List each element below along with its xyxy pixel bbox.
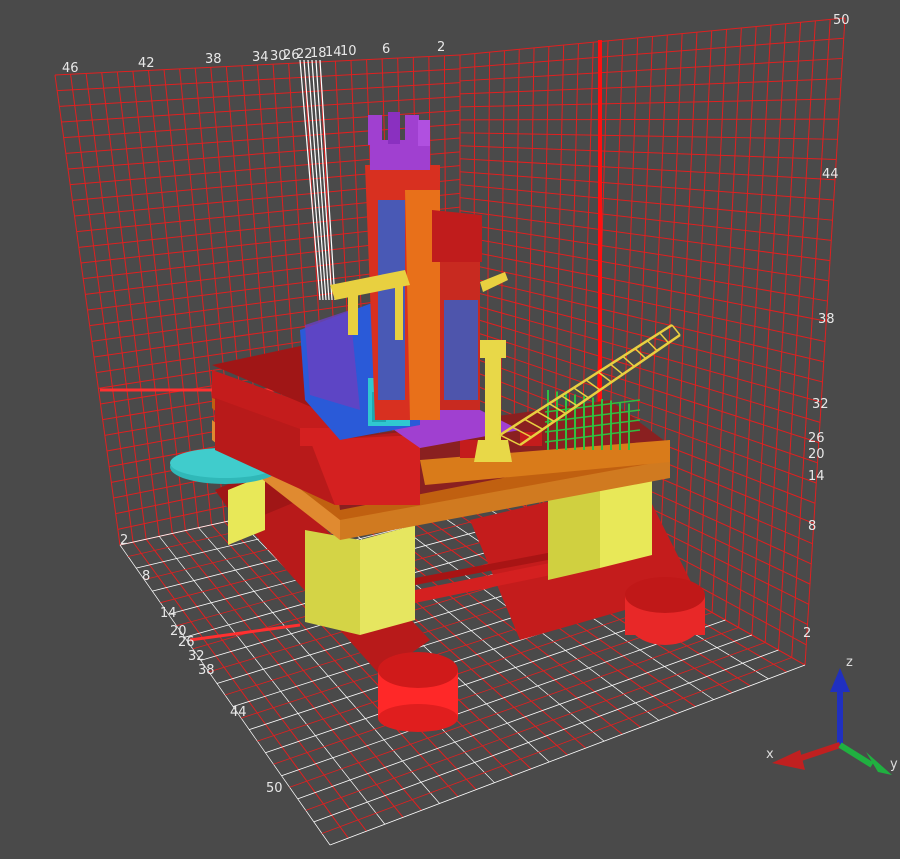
upper-boom-stub: [480, 272, 508, 292]
front-pontoon-end-cap: [378, 652, 458, 688]
column-front-right: [305, 530, 360, 635]
crown-post-b: [388, 112, 400, 144]
axis-tick-label-right: 32: [812, 397, 829, 412]
axis-tick-label-right: 8: [808, 519, 816, 534]
axis-tick-label-right: 38: [818, 312, 835, 327]
boom-lacing: [646, 340, 658, 352]
grid-line-horizontal: [459, 118, 839, 121]
axis-tick-label-right: 26: [808, 431, 825, 446]
axis-tick-label-left: 8: [142, 569, 150, 584]
triad-z-label: z: [846, 655, 853, 670]
triad-z-arrowhead: [830, 668, 850, 692]
crown-post-a: [368, 115, 382, 145]
crown-post-d: [418, 120, 430, 146]
axis-tick-label-right: 2: [803, 626, 811, 641]
riser-bell: [474, 440, 512, 462]
axis-tick-label-top: 42: [138, 56, 155, 71]
axis-triad: z x y: [766, 655, 898, 775]
crown-post-c: [405, 115, 419, 145]
axis-tick-label-top: 2: [437, 40, 445, 55]
left-floor-axis-labels: 2814202632384450: [120, 533, 283, 796]
highlight-line: [315, 59, 333, 301]
axis-tick-label-top: 10: [340, 44, 357, 59]
triad-x-label: x: [766, 747, 774, 762]
axis-tick-label-left: 38: [198, 663, 215, 678]
riser-shaft: [485, 355, 501, 445]
axis-tick-label-left: 32: [188, 649, 205, 664]
grid-line-floor-b: [297, 634, 753, 800]
axis-tick-label-top: 38: [205, 52, 222, 67]
axis-tick-label-right: 50: [833, 13, 850, 28]
derrick-cap: [432, 210, 482, 262]
3d-viewport[interactable]: 46 42 38 34 30 26 22 18 14 10 6 2 50 44 38 32 26 20 14 8 2 …: [0, 0, 900, 855]
triad-y-shaft: [838, 742, 874, 768]
triad-y-label: y: [890, 757, 898, 772]
handler-post-b: [395, 280, 403, 340]
axis-tick-label-top: 34: [252, 50, 269, 65]
triad-x-arrowhead: [772, 750, 805, 770]
scene-canvas[interactable]: 46 42 38 34 302622181410 6 2 5044383226201482 …: [0, 0, 900, 855]
highlight-red-band-floor: [189, 623, 301, 642]
axis-tick-label-top: 6: [382, 42, 390, 57]
axis-tick-label-right: 14: [808, 469, 825, 484]
handler-post: [348, 295, 358, 335]
axis-tick-label-left: 14: [160, 606, 177, 621]
axis-tick-label-left: 50: [266, 781, 283, 796]
front-pontoon-end-bottom: [378, 704, 458, 732]
axis-tick-label-left: 44: [230, 705, 247, 720]
riser-top: [480, 340, 506, 358]
axis-tick-label-left: 26: [178, 635, 195, 650]
highlight-line: [319, 59, 336, 301]
column-front-right-side: [360, 525, 415, 635]
back-top-axis-labels: 46 42 38 34 302622181410 6 2: [62, 40, 445, 76]
crown-block[interactable]: [368, 112, 430, 170]
rear-pontoon-end-cap: [625, 577, 705, 613]
derrick-tower[interactable]: [365, 165, 482, 420]
axis-tick-label-left: 2: [120, 533, 128, 548]
axis-tick-label-top: 46: [62, 61, 79, 76]
axis-tick-label-right: 20: [808, 447, 825, 462]
column-rear-right: [548, 488, 600, 580]
column-rear-right-side: [600, 478, 652, 568]
derrick-side-blue: [444, 300, 478, 400]
axis-tick-label-right: 44: [822, 167, 839, 182]
